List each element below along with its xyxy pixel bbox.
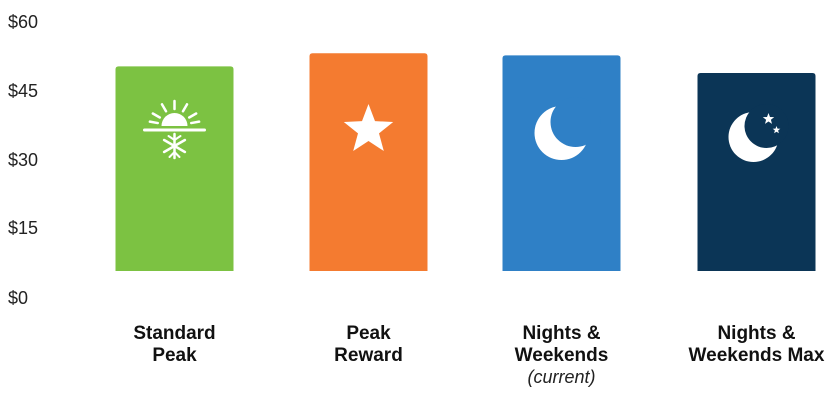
category-label: Standard Peak bbox=[133, 323, 215, 366]
y-tick-label: $45 bbox=[8, 81, 38, 101]
x-axis-labels: Standard PeakPeak RewardNights & Weekends(c… bbox=[133, 323, 825, 387]
plan-comparison-chart: $0$15$30$45$60 Standard PeakPeak RewardNig… bbox=[8, 12, 825, 387]
bar bbox=[502, 55, 621, 272]
category-label-line: Nights & bbox=[717, 323, 795, 344]
y-tick-label: $60 bbox=[8, 12, 38, 32]
bar bbox=[309, 53, 428, 272]
y-axis: $0 $15 $30 $45 $60 bbox=[8, 12, 38, 308]
y-tick-label: $15 bbox=[8, 218, 38, 238]
category-label-line: Nights & bbox=[522, 323, 600, 344]
category-label: Nights & Weekends bbox=[515, 323, 609, 366]
category-label-line: Weekends Max bbox=[689, 345, 825, 366]
category-label-line: Peak bbox=[346, 323, 391, 344]
category-label-line: Peak bbox=[152, 345, 197, 366]
y-tick-label: $0 bbox=[8, 288, 28, 308]
bars bbox=[115, 53, 816, 272]
category-label-line: Standard bbox=[133, 323, 215, 344]
category-label: Peak Reward bbox=[334, 323, 403, 366]
category-label-line: Weekends bbox=[515, 345, 609, 366]
y-tick-label: $30 bbox=[8, 150, 38, 170]
bar bbox=[115, 66, 234, 272]
category-label-line: Reward bbox=[334, 345, 403, 366]
category-note: (current) bbox=[527, 367, 595, 387]
bar bbox=[697, 73, 816, 271]
category-label: Nights & Weekends Max bbox=[689, 323, 825, 366]
